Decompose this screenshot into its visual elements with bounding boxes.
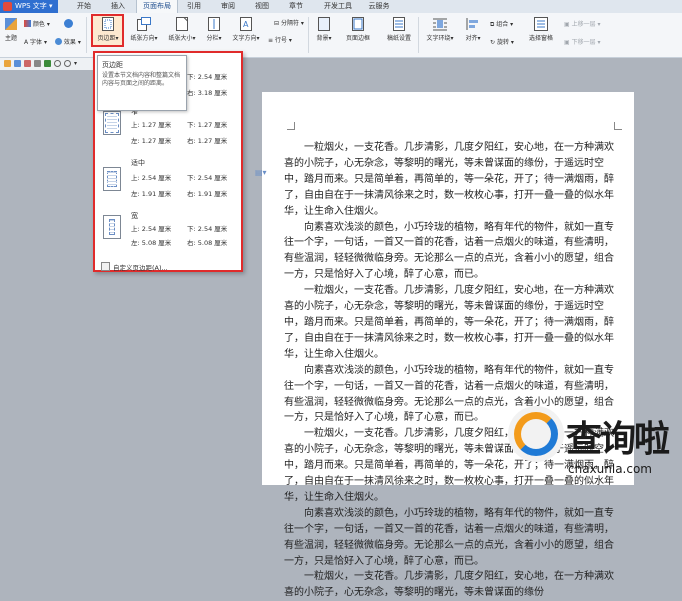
text-direction-icon: A (240, 17, 252, 31)
custom-margins-item[interactable]: 自定义页边距(A)... (101, 262, 168, 272)
tab-home[interactable]: 开始 (72, 0, 96, 13)
bring-forward-button[interactable]: ▣ 上移一层 ▾ (564, 19, 601, 28)
narrow-page-thumbnail-icon (103, 111, 121, 135)
tab-insert[interactable]: 插入 (106, 0, 130, 13)
theme-button[interactable]: 主题 (2, 17, 20, 42)
text-direction-button[interactable]: A 文字方向▾ (228, 17, 264, 42)
margin-corner-marker (614, 122, 622, 130)
background-button[interactable]: 背景▾ (312, 17, 336, 42)
moderate-page-thumbnail-icon (103, 167, 121, 191)
background-icon (318, 17, 330, 31)
paper-size-icon (176, 17, 188, 31)
tab-review[interactable]: 审阅 (216, 0, 240, 13)
wide-page-thumbnail-icon (103, 215, 121, 239)
margins-tooltip: 页边距 设置本节文档内容和整篇文档内容与页面之间的距离。 (97, 55, 187, 111)
margin-option-moderate[interactable]: 适中 上: 2.54 厘米 下: 2.54 厘米 左: 1.91 厘米 右: 1… (95, 157, 241, 207)
line-numbers-icon: ≡ (268, 37, 274, 44)
page-border-icon (352, 17, 364, 31)
custom-margins-icon (101, 262, 110, 271)
paragraph-options-icon[interactable]: ▤▾ (255, 168, 267, 177)
document-body[interactable]: 一粒烟火，一支花香。几步清影，几度夕阳红，安心地，在一方种满欢喜的小院子，心无杂… (284, 140, 614, 601)
theme-extra-icon[interactable] (64, 19, 73, 30)
breaks-icon: ⊟ (274, 20, 280, 27)
separator (418, 17, 419, 53)
theme-icon (5, 18, 17, 30)
tab-cloud[interactable]: 云服务 (364, 0, 394, 13)
margin-option-wide[interactable]: 宽 上: 2.54 厘米 下: 2.54 厘米 左: 5.08 厘米 右: 5.… (95, 211, 241, 261)
paper-size-button[interactable]: 纸张大小▾ (164, 17, 200, 42)
bring-forward-icon: ▣ (564, 21, 570, 28)
pdf-icon[interactable] (44, 60, 51, 67)
page-border-button[interactable]: 页面边框 (340, 17, 376, 42)
page-margins-icon (102, 17, 114, 31)
rotate-button[interactable]: ↻ 旋转 ▾ (490, 37, 514, 46)
combine-icon: ⧉ (490, 21, 495, 28)
save-icon[interactable] (14, 60, 21, 67)
margin-option-narrow[interactable]: 窄 上: 1.27 厘米 下: 1.27 厘米 左: 1.27 厘米 右: 1.… (95, 107, 241, 157)
columns-icon (208, 17, 220, 31)
rotate-icon: ↻ (490, 39, 496, 46)
send-backward-button[interactable]: ▣ 下移一层 ▾ (564, 37, 601, 46)
paragraph: 一粒烟火，一支花香。几步清影，几度夕阳红，安心地，在一方种满欢喜的小院子，心无杂… (284, 285, 614, 360)
print-icon[interactable] (34, 60, 41, 67)
selection-pane-button[interactable]: 选择窗格 (524, 17, 558, 42)
fonts-icon: A (24, 39, 29, 46)
print-preview-icon[interactable] (24, 60, 31, 67)
draft-paper-button[interactable]: 稿纸设置 (382, 17, 416, 42)
tab-sections[interactable]: 章节 (284, 0, 308, 13)
tab-view[interactable]: 视图 (250, 0, 274, 13)
effects-icon (55, 38, 62, 45)
tab-references[interactable]: 引用 (182, 0, 206, 13)
orientation-button[interactable]: 纸张方向▾ (126, 17, 162, 42)
site-watermark: 查询啦 chaxunla.com (508, 404, 682, 485)
wps-app-button[interactable]: WPS 文字 ▾ (0, 0, 58, 13)
colors-button[interactable]: 颜色 ▾ (24, 19, 50, 28)
text-wrap-icon (433, 18, 447, 31)
wps-logo-icon (3, 2, 12, 11)
align-icon (466, 18, 478, 30)
margins-button[interactable]: 页边距▾ (92, 17, 124, 42)
align-button[interactable]: 对齐▾ (460, 17, 486, 42)
paragraph: 向素喜欢浅淡的颜色，小巧玲珑的植物，略有年代的物件，就如一直专往一个字，一句话，… (284, 221, 614, 281)
orientation-icon (137, 17, 151, 31)
colors-icon (24, 20, 31, 27)
combine-button[interactable]: ⧉ 组合 ▾ (490, 19, 513, 29)
paragraph: 一粒烟火，一支花香。几步清影，几度夕阳红，安心地，在一方种满欢喜的小院子，心无杂… (284, 571, 614, 599)
send-backward-icon: ▣ (564, 39, 570, 46)
svg-text:A: A (243, 20, 249, 29)
columns-button[interactable]: 分栏▾ (202, 17, 226, 42)
open-folder-icon[interactable] (4, 60, 11, 67)
separator (308, 17, 309, 53)
selection-pane-icon (534, 17, 548, 31)
separator (86, 17, 87, 53)
tab-developer[interactable]: 开发工具 (320, 0, 356, 13)
paragraph: 向素喜欢浅淡的颜色，小巧玲珑的植物，略有年代的物件，就如一直专往一个字，一句话，… (284, 507, 614, 567)
text-wrap-button[interactable]: 文字环绕▾ (422, 17, 458, 42)
customize-toolbar-icon[interactable]: ▾ (74, 60, 81, 67)
fonts-button[interactable]: A 字体 ▾ (24, 37, 47, 46)
draft-paper-icon (393, 17, 405, 31)
effects-button[interactable]: 效果 ▾ (55, 37, 81, 46)
search-logo-icon (514, 412, 558, 456)
tab-page-layout[interactable]: 页面布局 (136, 0, 178, 13)
undo-icon[interactable] (54, 60, 61, 67)
margin-corner-marker (287, 122, 295, 130)
redo-icon[interactable] (64, 60, 71, 67)
menu-tab-bar: WPS 文字 ▾ 开始 插入 页面布局 引用 审阅 视图 章节 开发工具 云服务 (0, 0, 682, 14)
breaks-button[interactable]: ⊟ 分隔符 ▾ (274, 18, 304, 27)
paragraph: 一粒烟火，一支花香。几步清影，几度夕阳红，安心地，在一方种满欢喜的小院子，心无杂… (284, 142, 614, 217)
line-numbers-button[interactable]: ≡ 行号 ▾ (268, 35, 292, 44)
